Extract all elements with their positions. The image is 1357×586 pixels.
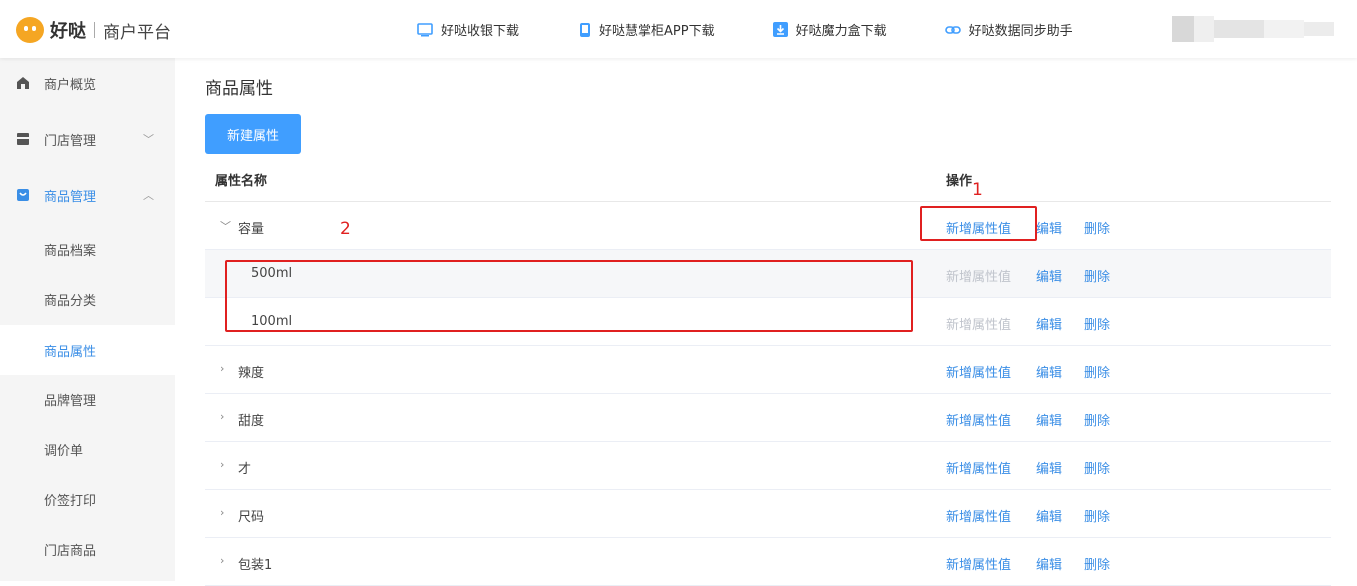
logo-divider [94, 22, 95, 38]
sidebar-item-label: 商品档案 [44, 243, 97, 259]
add-value-link[interactable]: 新增属性值 [946, 218, 1011, 237]
table-row: 100ml 新增属性值 编辑 删除 [205, 298, 1331, 346]
add-value-link[interactable]: 新增属性值 [946, 506, 1011, 525]
add-value-link[interactable]: 新增属性值 [946, 362, 1011, 381]
sidebar-item-label: 商品管理 [44, 189, 97, 205]
edit-link[interactable]: 编辑 [1036, 506, 1062, 525]
delete-link[interactable]: 删除 [1084, 362, 1110, 381]
delete-link[interactable]: 删除 [1084, 506, 1110, 525]
chevron-right-icon[interactable]: › [220, 458, 224, 471]
add-value-link[interactable]: 新增属性值 [946, 410, 1011, 429]
sidebar-item-overview[interactable]: 商户概览 [0, 58, 175, 108]
table-row: › 辣度 新增属性值 编辑 删除 [205, 346, 1331, 394]
sidebar-item-label: 门店商品 [44, 543, 97, 559]
delete-link[interactable]: 删除 [1084, 314, 1110, 333]
attribute-name: 尺码 [238, 510, 265, 525]
logo[interactable]: 好哒 商户平台 [16, 17, 171, 43]
table-row: ﹀ 容量 新增属性值 编辑 删除 [205, 202, 1331, 250]
chevron-right-icon[interactable]: › [220, 362, 224, 375]
sidebar-item-label: 调价单 [44, 443, 84, 459]
edit-link[interactable]: 编辑 [1036, 458, 1062, 477]
sidebar-item-product-management[interactable]: 商品管理 ︿ [0, 170, 175, 220]
attribute-name: 甜度 [238, 414, 265, 429]
delete-link[interactable]: 删除 [1084, 458, 1110, 477]
edit-link[interactable]: 编辑 [1036, 314, 1062, 333]
edit-link[interactable]: 编辑 [1036, 410, 1062, 429]
home-icon [17, 77, 29, 89]
download-app-link[interactable]: 好哒慧掌柜APP下载 [579, 20, 715, 39]
sidebar-item-product-archive[interactable]: 商品档案 [0, 224, 175, 274]
monitor-icon [417, 22, 433, 36]
add-value-link: 新增属性值 [946, 270, 1012, 285]
sidebar-item-label: 商品分类 [44, 293, 97, 309]
attribute-name: 包装1 [238, 558, 273, 573]
download-box-label: 好哒魔力盒下载 [795, 24, 887, 39]
platform-name: 商户平台 [103, 22, 171, 43]
sync-assistant-link[interactable]: 好哒数据同步助手 [944, 20, 1073, 39]
header-links: 好哒收银下载 好哒慧掌柜APP下载 好哒魔力盒下载 好哒数据同步助手 [417, 20, 1131, 39]
add-value-link[interactable]: 新增属性值 [946, 458, 1011, 477]
sidebar-item-product-attributes[interactable]: 商品属性 [0, 325, 175, 375]
add-value-link[interactable]: 新增属性值 [946, 554, 1011, 573]
edit-link[interactable]: 编辑 [1036, 218, 1062, 237]
chevron-right-icon[interactable]: › [220, 506, 224, 519]
download-cashier-label: 好哒收银下载 [441, 24, 520, 39]
sidebar-item-store-products[interactable]: 门店商品 [0, 524, 175, 574]
download-app-label: 好哒慧掌柜APP下载 [599, 24, 715, 39]
attribute-name: 才 [238, 462, 252, 477]
column-header-name: 属性名称 [215, 174, 268, 189]
sidebar-item-label: 品牌管理 [44, 393, 97, 409]
logo-icon [16, 17, 44, 43]
top-bar: 好哒 商户平台 好哒收银下载 好哒慧掌柜APP下载 好哒魔力盒下载 好哒数据同步… [0, 0, 1357, 58]
attribute-value-name: 100ml [251, 314, 293, 329]
delete-link[interactable]: 删除 [1084, 218, 1110, 237]
table-row: › 才 新增属性值 编辑 删除 [205, 442, 1331, 490]
table-row: › 包装1 新增属性值 编辑 删除 [205, 538, 1331, 586]
attribute-name: 容量 [238, 222, 265, 237]
delete-link[interactable]: 删除 [1084, 410, 1110, 429]
delete-link[interactable]: 删除 [1084, 554, 1110, 573]
download-icon [772, 22, 788, 37]
chevron-down-icon: ﹀ [143, 133, 154, 146]
store-icon [17, 133, 29, 145]
link-icon [944, 25, 961, 34]
edit-link[interactable]: 编辑 [1036, 362, 1062, 381]
delete-link[interactable]: 删除 [1084, 266, 1110, 285]
annotation-label-2: 2 [340, 219, 351, 239]
user-info-blurred[interactable] [1172, 16, 1334, 42]
sidebar-item-label: 商品属性 [44, 344, 97, 360]
chevron-right-icon[interactable]: › [220, 410, 224, 423]
page-title: 商品属性 [205, 79, 273, 99]
column-header-actions: 操作 [946, 174, 973, 189]
sidebar-item-product-category[interactable]: 商品分类 [0, 274, 175, 324]
chevron-up-icon: ︿ [143, 189, 154, 202]
sidebar-item-brand-management[interactable]: 品牌管理 [0, 374, 175, 424]
attribute-value-name: 500ml [251, 266, 293, 281]
sidebar-item-label: 价签打印 [44, 493, 97, 509]
bag-icon [17, 189, 29, 201]
table-row: › 尺码 新增属性值 编辑 删除 [205, 490, 1331, 538]
sidebar: 商户概览 门店管理 ﹀ 商品管理 ︿ 商品档案 商品分类 商品属性 品牌管理 调… [0, 58, 175, 581]
chevron-right-icon[interactable]: › [220, 554, 224, 567]
edit-link[interactable]: 编辑 [1036, 266, 1062, 285]
annotation-label-1: 1 [972, 180, 983, 200]
edit-link[interactable]: 编辑 [1036, 554, 1062, 573]
brand-name: 好哒 [50, 21, 86, 42]
sidebar-item-price-label-print[interactable]: 价签打印 [0, 474, 175, 524]
new-attribute-button[interactable]: 新建属性 [205, 114, 301, 154]
sidebar-item-label: 商户概览 [44, 77, 97, 93]
table-row: › 甜度 新增属性值 编辑 删除 [205, 394, 1331, 442]
sync-assistant-label: 好哒数据同步助手 [968, 24, 1073, 39]
sidebar-item-label: 门店管理 [44, 133, 97, 149]
sidebar-item-store-management[interactable]: 门店管理 ﹀ [0, 114, 175, 164]
download-cashier-link[interactable]: 好哒收银下载 [417, 20, 519, 39]
phone-icon [580, 22, 591, 37]
download-box-link[interactable]: 好哒魔力盒下载 [772, 20, 887, 39]
table-row: 500ml 新增属性值 编辑 删除 [205, 250, 1331, 298]
add-value-link: 新增属性值 [946, 318, 1012, 333]
sidebar-item-price-adjustment[interactable]: 调价单 [0, 424, 175, 474]
chevron-down-icon[interactable]: ﹀ [220, 218, 231, 234]
table-header: 属性名称 操作 [205, 154, 1331, 202]
attribute-name: 辣度 [238, 366, 265, 381]
